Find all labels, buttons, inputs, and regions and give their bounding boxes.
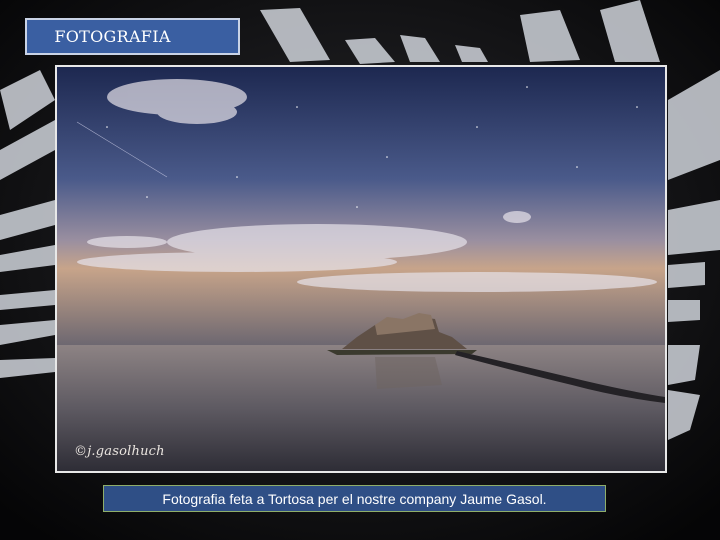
slide-title-box: FOTOGRAFIA: [25, 18, 240, 55]
night-seascape-image: [57, 67, 665, 471]
caption-box: Fotografia feta a Tortosa per el nostre …: [103, 485, 606, 512]
photo-caption: Fotografia feta a Tortosa per el nostre …: [162, 490, 547, 507]
landscape-photo: [55, 65, 667, 473]
photo-watermark: ©j.gasolhuch: [74, 444, 165, 459]
slide-title: FOTOGRAFIA: [54, 27, 171, 46]
